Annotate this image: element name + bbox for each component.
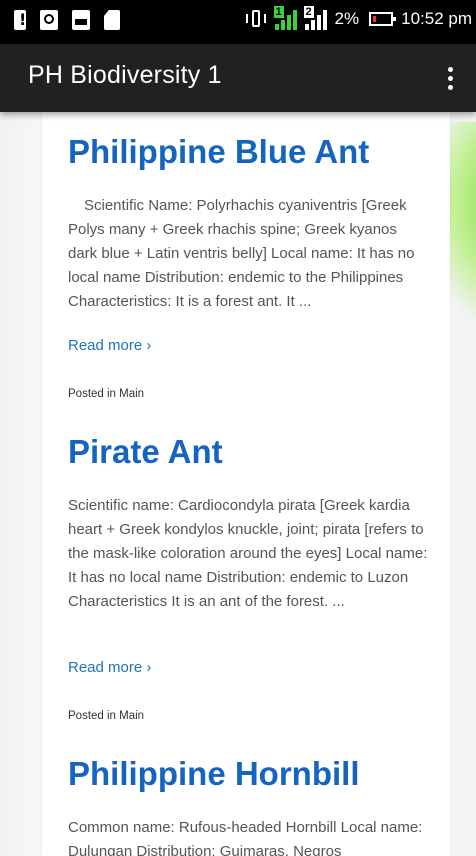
sim1-label: 1	[273, 6, 284, 18]
overflow-menu-icon	[447, 66, 453, 72]
overflow-menu-dot	[447, 84, 453, 90]
gallery-icon	[72, 10, 90, 30]
signal-sim2-icon: 2	[303, 6, 327, 30]
post-item: Philippine Hornbill Common name: Rufous-…	[68, 754, 430, 856]
status-bar: 1 2 2% 10:52 pm	[0, 0, 476, 44]
read-more-link[interactable]: Read more ›	[68, 659, 151, 676]
overflow-menu-dot	[447, 75, 453, 81]
read-more-link[interactable]: Read more ›	[68, 337, 151, 354]
status-bar-right: 1 2 2% 10:52 pm	[245, 6, 472, 30]
battery-percent: 2%	[334, 9, 360, 28]
post-excerpt: Scientific Name: Polyrhachis cyaniventri…	[68, 197, 415, 310]
clock: 10:52 pm	[401, 9, 472, 28]
signal-sim1-icon: 1	[273, 6, 297, 30]
post-item: Philippine Blue Ant Scientific Name: Pol…	[68, 132, 430, 314]
battery-alert-icon	[14, 10, 26, 30]
vibrate-icon	[245, 8, 267, 30]
posts-list: Philippine Blue Ant Scientific Name: Pol…	[42, 112, 450, 856]
post-title[interactable]: Pirate Ant	[68, 432, 430, 472]
post-item: Pirate Ant Scientific name: Cardiocondyl…	[68, 432, 430, 614]
status-bar-left	[14, 10, 120, 30]
overflow-menu-button[interactable]	[434, 58, 466, 98]
battery-low-icon	[369, 12, 397, 26]
app-bar: PH Biodiversity 1	[0, 44, 476, 112]
usb-debug-icon	[40, 10, 58, 30]
page-margin	[0, 112, 42, 856]
sim2-label: 2	[303, 6, 314, 18]
sdcard-icon	[104, 10, 120, 30]
app-title: PH Biodiversity 1	[28, 61, 222, 89]
post-title[interactable]: Philippine Blue Ant	[68, 132, 430, 172]
post-excerpt: Common name: Rufous-headed Hornbill Loca…	[68, 819, 423, 856]
posted-in-category[interactable]: Posted in Main	[68, 388, 144, 400]
webview[interactable]: Philippine Blue Ant Scientific Name: Pol…	[0, 112, 476, 856]
post-excerpt: Scientific name: Cardiocondyla pirata [G…	[68, 497, 428, 610]
posted-in-category[interactable]: Posted in Main	[68, 710, 144, 722]
post-title[interactable]: Philippine Hornbill	[68, 754, 430, 794]
